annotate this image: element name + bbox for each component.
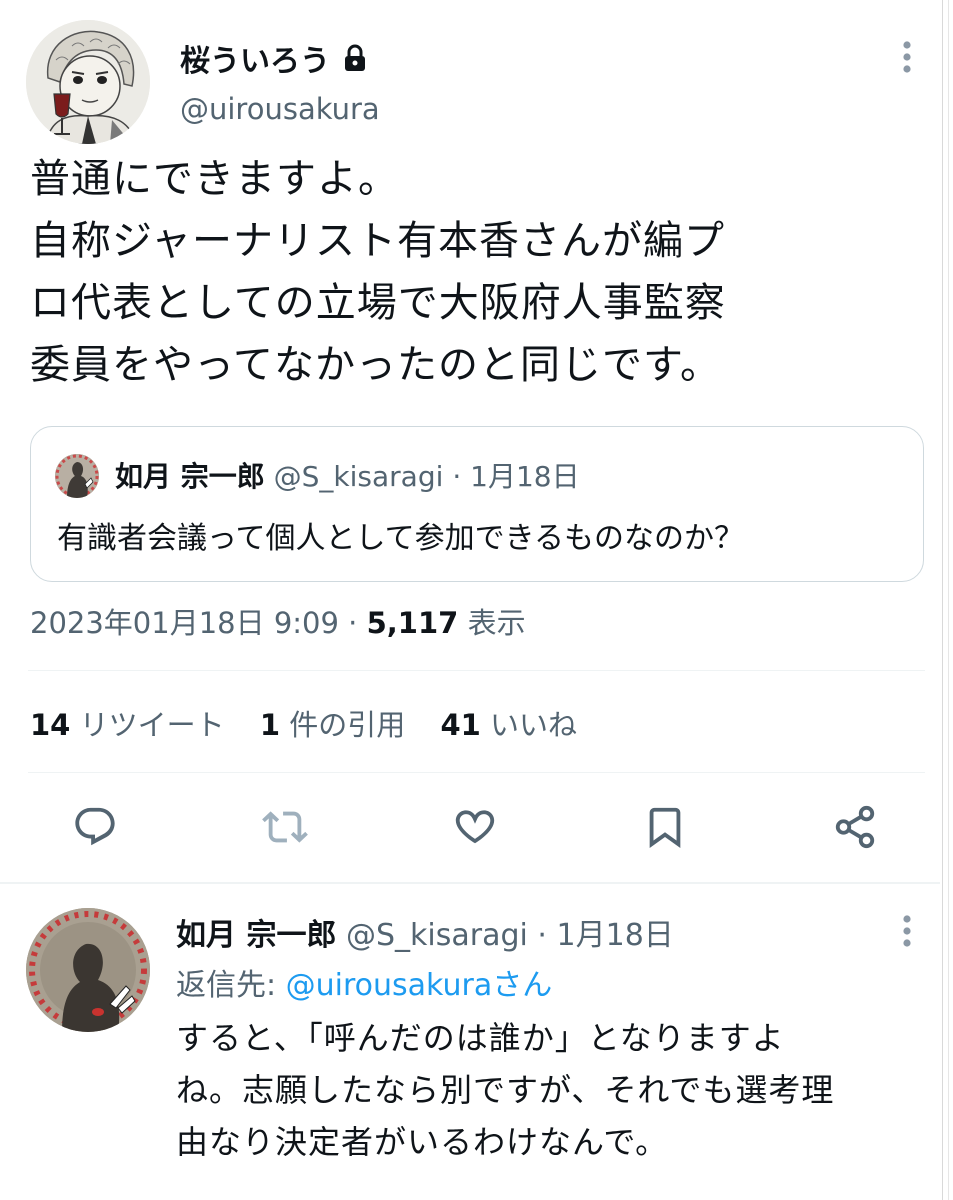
quoted-separator: · — [452, 460, 462, 493]
reply-separator: · — [537, 918, 547, 953]
bookmark-icon[interactable] — [642, 804, 688, 850]
quoted-author-avatar — [55, 454, 99, 498]
replying-to-line: 返信先: @uirousakuraさん — [176, 960, 552, 1004]
reply-icon[interactable] — [72, 804, 118, 850]
reply-date[interactable]: 1月18日 — [557, 918, 674, 953]
replying-to-prefix: 返信先: — [176, 968, 286, 1003]
reply-author-avatar[interactable] — [26, 908, 150, 1032]
quoted-tweet-card[interactable]: 如月 宗一郎 @S_kisaragi · 1月18日 有識者会議って個人として参… — [30, 426, 924, 582]
more-options-icon[interactable] — [902, 40, 912, 74]
views-count: 5,117 — [366, 606, 459, 640]
quoted-tweet-text: 有識者会議って個人として参加できるものなのか？ — [57, 521, 744, 556]
tweet-separator — [0, 882, 940, 884]
retweet-icon[interactable] — [262, 804, 308, 850]
likes-count[interactable]: 41 — [440, 708, 480, 742]
reply-tweet-text: すると、「呼んだのは誰か」となりますよ ね。志願したなら別ですが、それでも選考理… — [176, 1019, 835, 1161]
lock-icon — [342, 43, 368, 73]
right-edge-line — [942, 0, 943, 1200]
scrollbar-track[interactable] — [948, 0, 949, 1200]
reply-author-name[interactable]: 如月 宗一郎 — [176, 918, 336, 953]
engagement-stats: 14 リツイート 1 件の引用 41 いいね — [30, 702, 603, 744]
tweet-meta-row: 2023年01月18日 9:09 · 5,117 表示 — [30, 600, 526, 642]
likes-label[interactable]: いいね — [490, 708, 577, 742]
reply-header: 如月 宗一郎 @S_kisaragi · 1月18日 — [176, 910, 674, 954]
main-author-name[interactable]: 桜ういろう — [180, 36, 330, 80]
replying-to-link[interactable]: @uirousakuraさん — [286, 968, 553, 1003]
quoted-author-name[interactable]: 如月 宗一郎 — [115, 460, 265, 493]
quotes-count[interactable]: 1 — [260, 708, 280, 742]
retweets-label[interactable]: リツイート — [80, 708, 225, 742]
divider-bottom — [28, 772, 925, 773]
main-author-name-row[interactable]: 桜ういろう — [180, 36, 368, 80]
like-icon[interactable] — [452, 804, 498, 850]
tweet-timestamp[interactable]: 2023年01月18日 9:09 — [30, 606, 339, 640]
reply-author-handle[interactable]: @S_kisaragi — [346, 918, 528, 953]
retweets-count[interactable]: 14 — [30, 708, 70, 742]
views-label: 表示 — [467, 606, 526, 640]
share-icon[interactable] — [832, 804, 878, 850]
meta-separator: · — [348, 606, 358, 640]
main-author-avatar[interactable] — [26, 20, 150, 144]
reply-more-options-icon[interactable] — [902, 914, 912, 948]
quoted-tweet-header: 如月 宗一郎 @S_kisaragi · 1月18日 — [115, 455, 580, 495]
quoted-author-handle[interactable]: @S_kisaragi — [274, 460, 444, 493]
quoted-date[interactable]: 1月18日 — [470, 460, 579, 493]
quotes-label[interactable]: 件の引用 — [289, 708, 405, 742]
main-tweet-text: 普通にできますよ。 自称ジャーナリスト有本香さんが編プ ロ代表としての立場で大阪… — [30, 156, 726, 388]
main-author-handle[interactable]: @uirousakura — [180, 92, 380, 126]
divider-top — [28, 670, 925, 671]
